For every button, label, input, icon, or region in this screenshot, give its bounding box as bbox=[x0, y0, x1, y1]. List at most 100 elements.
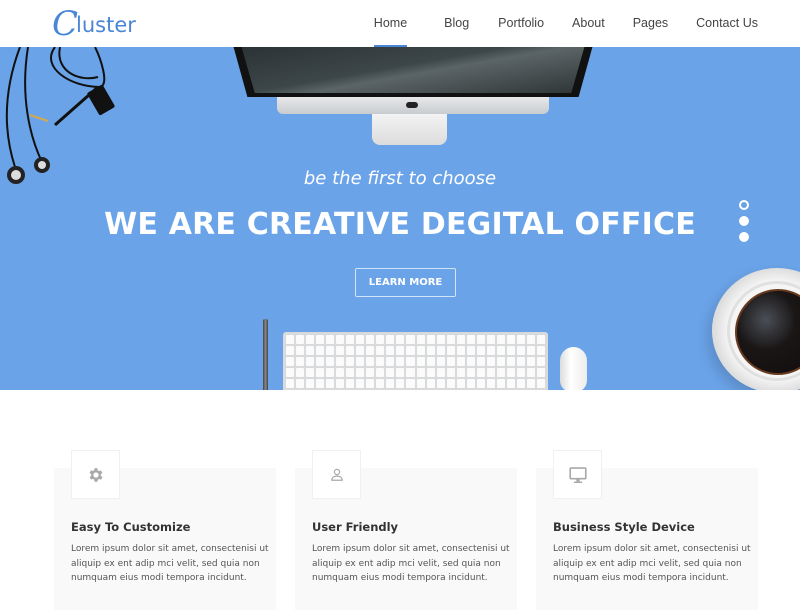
keyboard-key bbox=[436, 335, 445, 344]
slide-dot-2[interactable] bbox=[739, 216, 749, 226]
keyboard-key bbox=[516, 357, 525, 366]
keyboard-key bbox=[406, 335, 415, 344]
keyboard-key bbox=[486, 379, 495, 388]
keyboard-key bbox=[316, 335, 325, 344]
keyboard-key bbox=[326, 379, 335, 388]
keyboard-key bbox=[356, 357, 365, 366]
keyboard-key bbox=[446, 335, 455, 344]
feature-icon-box bbox=[553, 450, 602, 499]
keyboard-key bbox=[296, 335, 305, 344]
slide-dot-1[interactable] bbox=[739, 200, 749, 210]
keyboard-key bbox=[476, 368, 485, 377]
nav-portfolio[interactable]: Portfolio bbox=[498, 0, 544, 47]
keyboard-key bbox=[346, 357, 355, 366]
keyboard-key bbox=[386, 346, 395, 355]
keyboard-key bbox=[336, 346, 345, 355]
keyboard-key bbox=[466, 346, 475, 355]
keyboard-key bbox=[476, 335, 485, 344]
keyboard-key bbox=[426, 368, 435, 377]
keyboard-key bbox=[326, 346, 335, 355]
keyboard-key bbox=[306, 335, 315, 344]
keyboard-key bbox=[336, 335, 345, 344]
feature-title: Easy To Customize bbox=[71, 520, 191, 534]
keyboard-key bbox=[466, 379, 475, 388]
keyboard-key bbox=[526, 335, 535, 344]
slide-dot-3[interactable] bbox=[739, 232, 749, 242]
keyboard-key bbox=[296, 357, 305, 366]
feature-text: Lorem ipsum dolor sit amet, consectenisi… bbox=[312, 544, 510, 583]
keyboard-key bbox=[496, 357, 505, 366]
keyboard-key bbox=[306, 346, 315, 355]
keyboard-key bbox=[376, 368, 385, 377]
keyboard-key bbox=[296, 379, 305, 388]
keyboard-key bbox=[316, 379, 325, 388]
main-nav: Home Blog Portfolio About Pages Contact … bbox=[373, 0, 800, 47]
keyboard-key bbox=[366, 368, 375, 377]
keyboard-key bbox=[286, 368, 295, 377]
keyboard-key bbox=[336, 379, 345, 388]
keyboard-key bbox=[326, 357, 335, 366]
keyboard-key bbox=[506, 357, 515, 366]
keyboard-key bbox=[466, 357, 475, 366]
keyboard-key bbox=[446, 379, 455, 388]
keyboard-key bbox=[316, 368, 325, 377]
keyboard-key bbox=[286, 379, 295, 388]
keyboard-key bbox=[286, 335, 295, 344]
keyboard-key bbox=[436, 368, 445, 377]
keyboard-key bbox=[296, 368, 305, 377]
monitor-icon bbox=[568, 466, 587, 483]
nav-home[interactable]: Home bbox=[373, 0, 408, 47]
nav-pages[interactable]: Pages bbox=[633, 0, 668, 47]
keyboard-key bbox=[536, 346, 545, 355]
slider-pagination bbox=[738, 200, 750, 248]
keyboard-key bbox=[456, 335, 465, 344]
keyboard-key bbox=[416, 379, 425, 388]
nav-about[interactable]: About bbox=[572, 0, 605, 47]
keyboard-key bbox=[416, 335, 425, 344]
keyboard-key bbox=[326, 335, 335, 344]
mouse-image bbox=[560, 347, 587, 390]
keyboard-key bbox=[446, 368, 455, 377]
keyboard-key bbox=[306, 379, 315, 388]
keyboard-image bbox=[283, 332, 548, 390]
keyboard-key bbox=[506, 335, 515, 344]
keyboard-key bbox=[526, 379, 535, 388]
keyboard-key bbox=[486, 357, 495, 366]
feature-icon-box bbox=[312, 450, 361, 499]
keyboard-key bbox=[486, 346, 495, 355]
keyboard-key bbox=[476, 346, 485, 355]
keyboard-key bbox=[516, 335, 525, 344]
nav-contact-us[interactable]: Contact Us bbox=[696, 0, 758, 47]
keyboard-key bbox=[346, 346, 355, 355]
logo-text: luster bbox=[76, 13, 136, 37]
keyboard-key bbox=[486, 335, 495, 344]
logo[interactable]: C luster bbox=[52, 4, 136, 42]
keyboard-key bbox=[426, 379, 435, 388]
keyboard-key bbox=[396, 368, 405, 377]
nav-blog[interactable]: Blog bbox=[444, 0, 469, 47]
keyboard-key bbox=[466, 368, 475, 377]
keyboard-key bbox=[436, 357, 445, 366]
pen-image bbox=[263, 319, 268, 390]
keyboard-key bbox=[416, 357, 425, 366]
keyboard-key bbox=[526, 368, 535, 377]
hero-title: WE ARE CREATIVE DEGITAL OFFICE bbox=[104, 207, 696, 242]
keyboard-key bbox=[436, 346, 445, 355]
keyboard-key bbox=[536, 379, 545, 388]
keyboard-key bbox=[506, 379, 515, 388]
keyboard-key bbox=[506, 346, 515, 355]
keyboard-key bbox=[406, 379, 415, 388]
hero-banner: be the first to choose WE ARE CREATIVE D… bbox=[0, 47, 800, 390]
keyboard-key bbox=[526, 346, 535, 355]
keyboard-key bbox=[416, 346, 425, 355]
keyboard-key bbox=[316, 346, 325, 355]
keyboard-key bbox=[356, 335, 365, 344]
feature-title: User Friendly bbox=[312, 520, 399, 534]
apple-logo-icon bbox=[406, 102, 418, 108]
keyboard-key bbox=[306, 368, 315, 377]
imac-chin bbox=[277, 97, 549, 114]
keyboard-key bbox=[386, 368, 395, 377]
feature-icon-box bbox=[71, 450, 120, 499]
learn-more-button[interactable]: LEARN MORE bbox=[355, 268, 456, 297]
keyboard-key bbox=[496, 368, 505, 377]
